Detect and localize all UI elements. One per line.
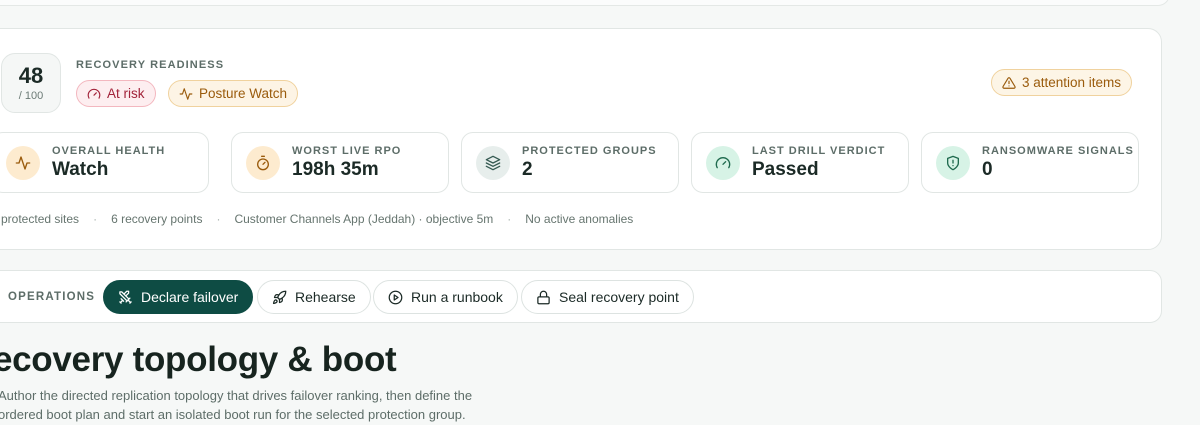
metric-value: 198h 35m — [292, 159, 379, 180]
footnote-sites: 3 protected sites — [0, 212, 80, 226]
footnote-anomalies: No active anomalies — [525, 212, 634, 226]
metric-label: LAST DRILL VERDICT — [752, 145, 886, 157]
separator-dot: · — [216, 212, 221, 226]
metric-value: Passed — [752, 159, 819, 180]
footnote-recovery-points: 6 recovery points — [111, 212, 203, 226]
play-circle-icon — [388, 290, 403, 304]
metric-value: Watch — [52, 159, 109, 180]
metric-ransomware-signals: RANSOMWARE SIGNALS 0 — [921, 132, 1139, 193]
readiness-heading: RECOVERY READINESS — [76, 59, 225, 71]
operations-label: OPERATIONS — [8, 291, 96, 303]
run-runbook-button[interactable]: Run a runbook — [373, 280, 518, 314]
footnote-app-objective: Customer Channels App (Jeddah) · objecti… — [234, 212, 494, 226]
warning-triangle-icon — [1002, 76, 1016, 89]
gauge-icon — [706, 146, 740, 180]
rehearse-label: Rehearse — [295, 289, 356, 305]
page-title: Recovery topology & boot — [0, 340, 397, 379]
separator-dot: · — [507, 212, 512, 226]
declare-failover-button[interactable]: Declare failover — [103, 280, 254, 314]
posture-watch-badge: Posture Watch — [168, 80, 299, 107]
lock-icon — [537, 290, 550, 304]
readiness-score: 48 / 100 — [1, 53, 61, 113]
metric-protected-groups: PROTECTED GROUPS 2 — [461, 132, 679, 193]
metric-label: OVERALL HEALTH — [52, 145, 166, 157]
page-description: Author the directed replication topology… — [0, 388, 473, 422]
posture-watch-label: Posture Watch — [199, 86, 288, 101]
recovery-readiness-card: 48 / 100 RECOVERY READINESS At risk Post… — [0, 28, 1162, 250]
metric-value: 2 — [522, 159, 533, 180]
separator-dot: · — [93, 212, 98, 226]
shield-alert-icon — [936, 146, 970, 180]
rocket-icon — [272, 290, 287, 304]
top-panel-edge — [0, 0, 1170, 6]
readiness-footnotes: 3 protected sites · 6 recovery points · … — [0, 212, 633, 226]
swords-icon — [119, 290, 132, 304]
activity-icon — [179, 87, 193, 100]
declare-failover-label: Declare failover — [141, 289, 239, 305]
rehearse-button[interactable]: Rehearse — [257, 280, 371, 314]
metric-last-drill-verdict: LAST DRILL VERDICT Passed — [691, 132, 909, 193]
metric-label: PROTECTED GROUPS — [522, 145, 657, 157]
gauge-icon — [87, 88, 101, 99]
metric-label: WORST LIVE RPO — [292, 145, 402, 157]
seal-recovery-point-label: Seal recovery point — [559, 289, 679, 305]
run-runbook-label: Run a runbook — [411, 289, 503, 305]
score-value: 48 — [18, 63, 44, 88]
metric-value: 0 — [982, 159, 993, 180]
metric-label: RANSOMWARE SIGNALS — [982, 145, 1134, 157]
at-risk-badge: At risk — [76, 80, 156, 107]
score-total: / 100 — [18, 90, 44, 102]
layers-icon — [476, 146, 510, 180]
operations-bar: OPERATIONS Declare failover Rehearse Run… — [0, 270, 1162, 323]
at-risk-label: At risk — [107, 86, 145, 101]
timer-icon — [246, 146, 280, 180]
metric-overall-health: OVERALL HEALTH Watch — [0, 132, 209, 193]
attention-items-badge[interactable]: 3 attention items — [991, 69, 1133, 96]
seal-recovery-point-button[interactable]: Seal recovery point — [521, 280, 694, 314]
activity-icon — [6, 146, 40, 180]
metric-worst-live-rpo: WORST LIVE RPO 198h 35m — [231, 132, 449, 193]
attention-items-label: 3 attention items — [1022, 75, 1122, 90]
